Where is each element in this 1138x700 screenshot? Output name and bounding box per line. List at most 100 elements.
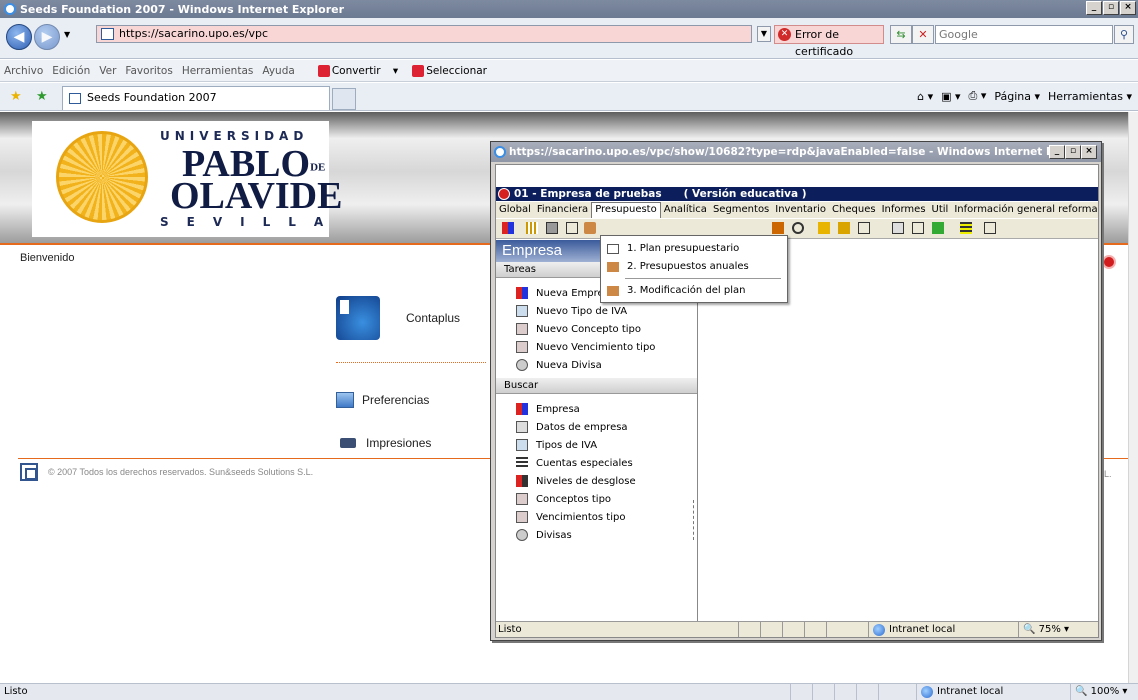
url-input[interactable]: https://sacarino.upo.es/vpc [96,25,752,43]
forward-arrow-icon[interactable]: ▶ [34,24,60,50]
favorites-star-icon[interactable]: ★ [10,89,22,104]
search-company[interactable]: Empresa [516,402,580,416]
toolbar-report-icon[interactable] [838,222,850,234]
menu-ver[interactable]: Ver [99,65,116,77]
popup-zone-label: Intranet local [889,623,956,635]
app-menu-segmentos[interactable]: Segmentos [710,202,772,218]
toolbar-sctr-icon[interactable] [546,222,558,234]
home-icon[interactable]: ⌂ ▾ [917,90,933,103]
app-menu-analitica[interactable]: Analítica [661,202,710,218]
dropdown-modificacion-plan[interactable]: 3. Modificación del plan [601,282,787,300]
concept-icon [516,323,528,335]
minimize-button[interactable]: _ [1086,1,1102,15]
search-breakdown-levels[interactable]: Niveles de desglose [516,474,636,488]
select-button[interactable]: Seleccionar [412,64,496,77]
toolbar-money-icon[interactable] [932,222,944,234]
stop-icon[interactable]: ✕ [912,25,934,44]
popup-body: 01 - Empresa de pruebas ( Versión educat… [495,164,1099,638]
toolbar-book-icon[interactable] [772,222,784,234]
app-menu-util[interactable]: Util [929,202,952,218]
toolbar-database-icon[interactable] [584,222,596,234]
menu-archivo[interactable]: Archivo [4,65,43,77]
prints-label: Impresiones [366,436,432,450]
contaplus-icon [336,296,380,340]
company-data-icon [516,421,528,433]
popup-zoom-control[interactable]: 🔍 75% ▾ [1018,622,1096,637]
dropdown-label: 1. Plan presupuestario [627,243,740,254]
buscar-header[interactable]: Buscar [496,378,697,394]
dropdown-plan-presupuestario[interactable]: 1. Plan presupuestario [601,240,787,258]
task-new-currency[interactable]: Nueva Divisa [516,358,602,372]
app-menu-presupuesto[interactable]: Presupuesto [591,202,661,218]
toolbar-edit-icon[interactable] [912,222,924,234]
panel-splitter[interactable] [693,500,699,540]
security-zone[interactable]: Intranet local [916,684,1066,700]
search-label: Empresa [536,403,580,415]
popup-security-zone[interactable]: Intranet local [868,622,1016,637]
search-special-accounts[interactable]: Cuentas especiales [516,456,633,470]
search-iva-types[interactable]: Tipos de IVA [516,438,597,452]
search-due-types[interactable]: Vencimientos tipo [516,510,625,524]
close-button[interactable]: × [1120,1,1136,15]
zoom-control[interactable]: 🔍 100% ▾ [1070,684,1138,700]
popup-minimize-button[interactable]: _ [1049,145,1065,159]
task-new-due[interactable]: Nuevo Vencimiento tipo [516,340,655,354]
toolbar-currency-icon[interactable] [792,222,804,234]
search-company-data[interactable]: Datos de empresa [516,420,628,434]
task-new-concept[interactable]: Nuevo Concepto tipo [516,322,641,336]
popup-window-controls: _ ▫ × [1049,145,1097,159]
contaplus-link[interactable]: Contaplus [336,296,460,340]
page-scrollbar[interactable] [1128,112,1138,683]
toolbar-graph-icon[interactable] [818,222,830,234]
back-arrow-icon[interactable]: ◀ [6,24,32,50]
app-menu-informes[interactable]: Informes [879,202,929,218]
url-text: https://sacarino.upo.es/vpc [119,27,269,40]
search-concept-types[interactable]: Conceptos tipo [516,492,611,506]
feeds-icon[interactable]: ▣ ▾ [941,90,960,103]
toolbar-chart-icon[interactable] [526,222,538,234]
toolbar-print-icon[interactable] [858,222,870,234]
convert-button[interactable]: Convertir ▾ [317,64,398,77]
certificate-error-button[interactable]: ✕ Error de certificado [774,25,884,58]
popup-maximize-button[interactable]: ▫ [1065,145,1081,159]
menu-ayuda[interactable]: Ayuda [262,65,294,77]
search-currencies[interactable]: Divisas [516,528,572,542]
plan-icon [607,244,619,254]
toolbar-list-icon[interactable] [960,222,972,234]
toolbar-new-company-icon[interactable] [502,222,514,234]
preferences-link[interactable]: Preferencias [336,392,429,408]
tab-seeds-foundation[interactable]: Seeds Foundation 2007 [62,86,330,110]
refresh-icon[interactable]: ⇆ [890,25,912,44]
menu-favoritos[interactable]: Favoritos [125,65,172,77]
tools-menu[interactable]: Herramientas ▾ [1048,90,1132,103]
history-dropdown-icon[interactable]: ▼ [64,30,70,39]
app-menu-cheques[interactable]: Cheques [829,202,879,218]
app-menu-global[interactable]: Global [496,202,534,218]
search-input[interactable]: Google [935,25,1113,44]
toolbar-calendar-icon[interactable] [984,222,996,234]
new-tab-button[interactable] [332,88,356,110]
logout-icon[interactable] [1102,255,1116,269]
task-new-iva[interactable]: Nuevo Tipo de IVA [516,304,627,318]
menu-edicion[interactable]: Edición [52,65,90,77]
dropdown-presupuestos-anuales[interactable]: 2. Presupuestos anuales [601,258,787,276]
status-cell [856,684,878,700]
menu-herramientas[interactable]: Herramientas [182,65,254,77]
prints-link[interactable]: Impresiones [340,436,431,450]
page-menu[interactable]: Página ▾ [994,90,1040,103]
globe-icon [873,623,885,636]
app-menu-financiera[interactable]: Financiera [534,202,591,218]
command-bar: ⌂ ▾ ▣ ▾ ⎙ ▾ Página ▾ Herramientas ▾ [917,89,1132,103]
add-favorite-icon[interactable]: ★ [36,89,48,104]
maximize-button[interactable]: ▫ [1103,1,1119,15]
print-icon[interactable]: ⎙ ▾ [969,89,987,103]
app-menu-info-general[interactable]: Información general reforma contat [951,202,1098,218]
popup-close-button[interactable]: × [1081,145,1097,159]
contaplus-label: Contaplus [406,311,461,325]
iva-icon [516,305,528,317]
toolbar-calc-icon[interactable] [892,222,904,234]
toolbar-document-icon[interactable] [566,222,578,234]
search-icon[interactable]: ⚲ [1114,25,1134,44]
app-menu-inventario[interactable]: Inventario [772,202,829,218]
url-dropdown-icon[interactable]: ▼ [757,26,771,42]
